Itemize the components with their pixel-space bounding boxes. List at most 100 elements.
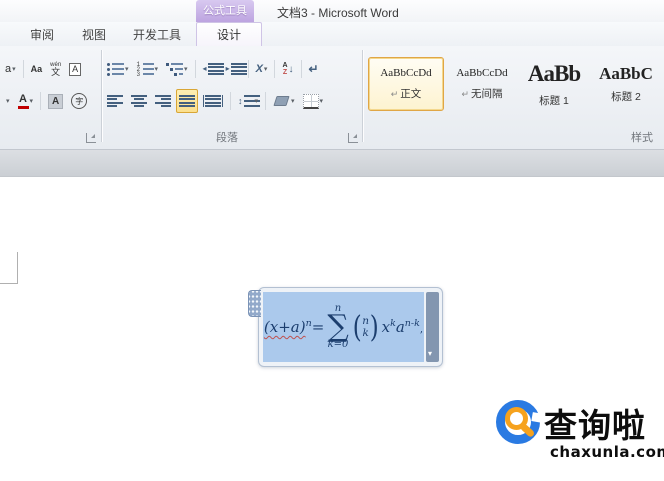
equation-options-bar[interactable]: ▾	[426, 292, 439, 362]
font-color-icon: A	[18, 94, 29, 109]
style-name: 标题 1	[539, 93, 569, 108]
equation-lhs-base: (x+a)	[264, 318, 306, 336]
paragraph-group-label: 段落	[216, 129, 238, 145]
align-center-button[interactable]	[128, 89, 150, 113]
style-card-no-spacing[interactable]: AaBbCcDd ↵无间隔	[448, 57, 516, 111]
show-formatting-marks-button[interactable]: ↵	[306, 57, 322, 81]
equation-lhs: (x+a)n=	[264, 318, 324, 336]
binomial-coefficient: ( n k )	[352, 314, 380, 341]
logo-ring-gap	[531, 412, 543, 423]
divider	[248, 60, 249, 78]
decrease-indent-button[interactable]: ◂	[200, 57, 221, 81]
shrink-font-button[interactable]: a ▾	[2, 57, 19, 81]
term1-base: x	[382, 318, 390, 336]
divider	[195, 60, 196, 78]
character-shading-button[interactable]: A	[45, 89, 66, 113]
style-marker: ↵	[391, 89, 399, 99]
contextual-tab-group-header[interactable]: 公式工具	[196, 0, 254, 22]
tab-view[interactable]: 视图	[78, 24, 110, 46]
sort-button[interactable]: A Z ↓	[279, 57, 296, 81]
asian-layout-button[interactable]: X ▾	[253, 57, 271, 81]
paragraph-group-row2: ↕ ▾ ▾ ▾	[104, 89, 326, 113]
sigma-icon: ∑	[327, 314, 348, 340]
bullets-button[interactable]: ▾	[104, 57, 132, 81]
shrink-font-icon: a	[5, 63, 11, 75]
paragraph-group-row1: ▾ 1 2 3 ▾ ▾ ◂	[104, 57, 322, 81]
align-left-icon	[107, 95, 123, 107]
font-color-letter: A	[19, 94, 27, 105]
chevron-down-icon: ▾	[125, 65, 129, 73]
style-preview: AaBbCcDd	[456, 67, 507, 80]
equation-dropdown-icon[interactable]: ▾	[428, 350, 432, 358]
divider	[40, 92, 41, 110]
chevron-down-icon: ▾	[155, 65, 159, 73]
equals-sign: =	[312, 318, 325, 336]
updown-arrow-icon: ↕	[238, 96, 243, 106]
tab-review[interactable]: 审阅	[26, 24, 58, 46]
style-card-heading1[interactable]: AaBb 标题 1	[520, 57, 588, 111]
distribute-text-button[interactable]	[200, 89, 226, 113]
character-border-button[interactable]: A	[66, 57, 84, 81]
sort-icon: A Z	[282, 62, 287, 76]
bullet-list-icon	[107, 63, 124, 76]
sort-z: Z	[283, 69, 287, 76]
character-border-icon: A	[69, 63, 81, 76]
digit: 3	[137, 73, 141, 76]
close-paren: )	[370, 312, 379, 342]
align-right-button[interactable]	[152, 89, 174, 113]
equation-selection[interactable]: (x+a)n= n ∑ k=0 ( n k ) xkan-k,	[263, 292, 424, 362]
shading-button[interactable]: ▾	[270, 89, 298, 113]
phonetic-guide-icon: wén 文	[50, 62, 61, 77]
phonetic-guide-button[interactable]: wén 文	[47, 57, 64, 81]
equation-content: (x+a)n= n ∑ k=0 ( n k ) xkan-k,	[263, 292, 424, 362]
align-left-button[interactable]	[104, 89, 126, 113]
borders-icon	[303, 94, 319, 109]
multilevel-list-button[interactable]: ▾	[163, 57, 191, 81]
style-preview: AaBbCcDd	[380, 67, 431, 80]
style-card-normal[interactable]: AaBbCcDd ↵正文	[368, 57, 444, 111]
font-color-button[interactable]: A ▾	[15, 89, 37, 113]
group-separator	[101, 50, 102, 142]
style-preview: AaBb	[528, 60, 580, 88]
divider	[274, 60, 275, 78]
chevron-down-icon: ▾	[6, 97, 10, 105]
increase-indent-button[interactable]: ▸	[223, 57, 244, 81]
numbering-button[interactable]: 1 2 3 ▾	[134, 57, 162, 81]
font-group-row2: ▾ A ▾ A 字	[2, 89, 90, 113]
text-boundary-corner-mark	[0, 252, 18, 284]
sum-lower-limit: k=0	[328, 340, 349, 350]
align-right-icon	[155, 95, 171, 107]
eraser-icon: Aa	[31, 64, 43, 74]
numbered-list-icon: 1 2 3	[137, 63, 154, 76]
justify-button[interactable]	[176, 89, 198, 113]
enclosed-character-button[interactable]: 字	[68, 89, 90, 113]
enclosed-character-icon: 字	[71, 93, 87, 109]
binom-bottom: k	[362, 327, 368, 339]
style-name: 无间隔	[471, 88, 503, 100]
style-card-heading2[interactable]: AaBbC 标题 2	[592, 57, 660, 111]
style-preview: AaBbC	[599, 64, 653, 84]
equation-container[interactable]: (x+a)n= n ∑ k=0 ( n k ) xkan-k, ▾	[258, 287, 443, 367]
font-dialog-launcher[interactable]	[86, 133, 96, 143]
borders-button[interactable]: ▾	[300, 89, 327, 113]
chaxunla-logo	[496, 400, 540, 444]
paint-bucket-icon	[273, 96, 289, 106]
chevron-down-icon: ▾	[264, 65, 268, 73]
highlight-color-dropdown[interactable]: ▾	[2, 89, 13, 113]
font-color-swatch	[18, 106, 29, 109]
binom-top: n	[362, 315, 369, 327]
line-spacing-button[interactable]: ↕ ▾	[235, 89, 261, 113]
equation-drag-handle-icon[interactable]	[248, 290, 261, 317]
divider	[265, 92, 266, 110]
divider	[23, 60, 24, 78]
window-title: 文档3 - Microsoft Word	[277, 4, 399, 21]
summation: n ∑ k=0	[327, 304, 348, 350]
tab-developer[interactable]: 开发工具	[129, 24, 185, 46]
styles-group-label: 样式	[631, 129, 653, 145]
chevron-down-icon: ▾	[255, 97, 259, 105]
paragraph-dialog-launcher[interactable]	[348, 133, 358, 143]
tab-design-active[interactable]: 设计	[196, 22, 262, 47]
text-cursor: ,	[420, 324, 423, 335]
formatting-marks-icon: ↵	[309, 62, 319, 76]
clear-formatting-button[interactable]: Aa	[28, 57, 46, 81]
